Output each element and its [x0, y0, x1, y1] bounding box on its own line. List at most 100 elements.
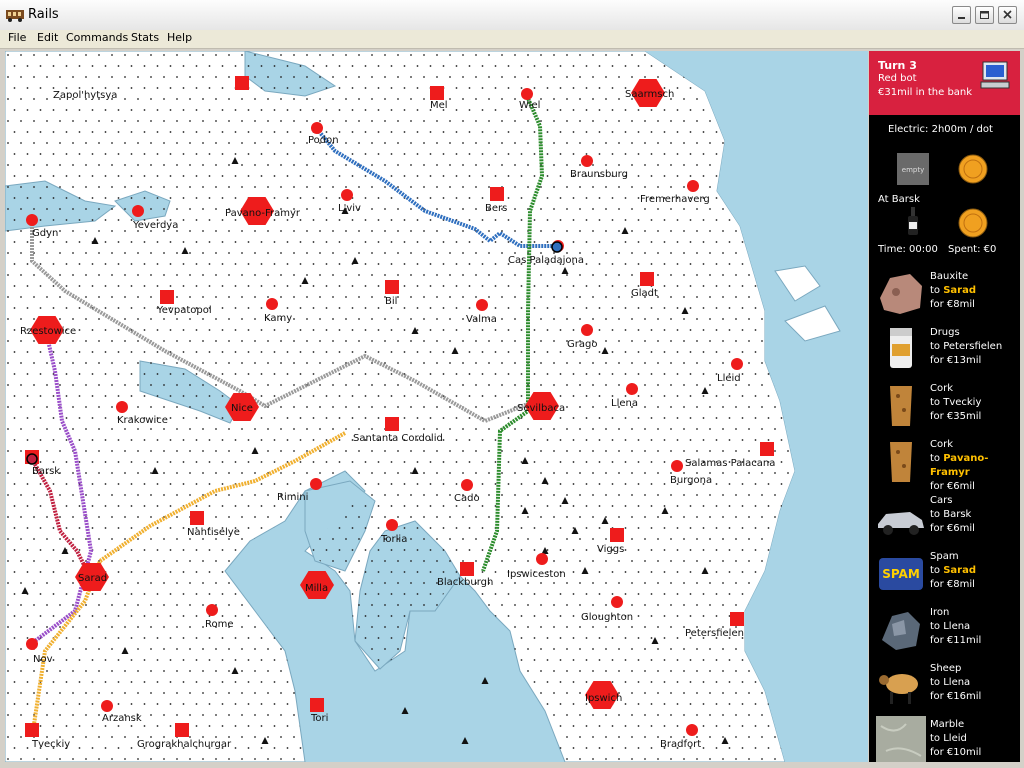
city-label: Podon [308, 135, 339, 146]
city-marker [686, 724, 698, 736]
demand-card[interactable]: Cork to Pavano-Framyr for €6mil [869, 436, 1020, 492]
city-marker [26, 214, 38, 226]
city-label: Nov [33, 654, 53, 665]
demand-reward: for €13mil [930, 355, 982, 366]
demand-cargo: Marble [930, 719, 965, 730]
city-label: Cado [454, 493, 480, 504]
city-label: Bers [485, 203, 507, 214]
city-label: Salamas Palacana [685, 458, 775, 469]
spam-icon: SPAM [879, 558, 923, 590]
minimize-button[interactable] [952, 6, 971, 24]
city-label: Santanta Cordolid [353, 433, 443, 444]
city-label: Gladt [631, 288, 658, 299]
marble-icon [876, 716, 926, 762]
demand-destination: to Lleid [930, 733, 967, 744]
city-marker [266, 298, 278, 310]
city-label: Tori [310, 713, 328, 724]
city-label: Cas Paladajona [508, 255, 584, 266]
demand-cargo: Bauxite [930, 271, 969, 282]
close-button[interactable] [998, 6, 1017, 24]
demand-card[interactable]: Cars to Barsk for €6mil [869, 492, 1020, 548]
demand-cargo: Spam [930, 551, 959, 562]
city-marker [760, 442, 774, 456]
city-label: L'viv [338, 203, 361, 214]
city-label: Torlia [380, 534, 407, 545]
city-marker [626, 383, 638, 395]
demand-card[interactable]: Cork to Tveckiy for €35mil [869, 380, 1020, 436]
city-label: Bil [385, 296, 397, 307]
city-label: Grograkhalchurgar [137, 739, 232, 750]
demand-destination: to Llena [930, 621, 971, 632]
menu-edit[interactable]: Edit [37, 31, 58, 44]
city-milla[interactable]: Milla [300, 571, 334, 599]
demand-cargo: Cork [930, 439, 954, 450]
demand-card[interactable]: Iron to Llena for €11mil [869, 604, 1020, 660]
demand-reward: for €8mil [930, 579, 975, 590]
empty-slot-label: empty [902, 166, 924, 174]
city-marker [385, 417, 399, 431]
city-label: Fremerhaverg [640, 194, 710, 205]
menu-stats[interactable]: Stats [131, 31, 159, 44]
city-marker [175, 723, 189, 737]
city-label: Zapol'hytsya [53, 90, 117, 101]
city-label: Rome [205, 619, 234, 630]
city-marker [476, 299, 488, 311]
city-bil[interactable]: Bil [385, 280, 399, 307]
turn-label: Turn 3 [878, 59, 917, 72]
city-marker [730, 612, 744, 626]
computer-player-icon [980, 61, 1010, 89]
demand-city: Llena [943, 677, 971, 688]
menu-help[interactable]: Help [167, 31, 192, 44]
city-marker [101, 700, 113, 712]
map-canvas[interactable]: Zapol'hytsya Mel Wiel Saarmsch Podon Braunsbu… [5, 51, 868, 762]
city-label: Burgona [670, 475, 712, 486]
demand-card[interactable]: Sheep to Llena for €16mil [869, 660, 1020, 716]
city-marker [385, 280, 399, 294]
svg-text:SPAM: SPAM [882, 567, 920, 581]
city-label: Tveckiy [31, 739, 70, 750]
city-label: Blackburgh [437, 577, 493, 588]
mountain-marker [401, 707, 409, 714]
demand-text: Cars to Barsk for €6mil [930, 494, 975, 536]
demand-destination: to Pavano-Framyr [930, 453, 989, 478]
train-type-info: Electric: 2h00m / dot [888, 124, 993, 135]
demand-card[interactable]: Bauxite to Sarad for €8mil [869, 268, 1020, 324]
city-label: Viggs [597, 544, 624, 555]
drugs-icon [890, 328, 912, 368]
demand-cargo: Iron [930, 607, 950, 618]
city-marker [671, 460, 683, 472]
demand-city: Barsk [943, 509, 972, 520]
demand-reward: for €35mil [930, 411, 982, 422]
menu-file[interactable]: File [8, 31, 26, 44]
demand-text: Cork to Pavano-Framyr for €6mil [930, 438, 1020, 494]
money-spent: Spent: €0 [948, 244, 997, 255]
game-map[interactable]: Zapol'hytsya Mel Wiel Saarmsch Podon Braunsbu… [5, 51, 868, 762]
city-marker [310, 698, 324, 712]
coin-icon[interactable] [957, 207, 989, 239]
demand-card[interactable]: Marble to Lleid for €10mil [869, 716, 1020, 762]
demand-city: Llena [943, 621, 971, 632]
city-label: Gdyn [32, 228, 58, 239]
city-label: Sevilbaca [517, 403, 565, 414]
maximize-button[interactable] [975, 6, 994, 24]
train-app-icon [6, 10, 24, 22]
city-label: Nice [231, 403, 253, 414]
train-marker[interactable] [551, 241, 563, 253]
cargo-slot-empty[interactable]: empty [897, 153, 929, 185]
cargo-slot-coin-icon[interactable] [957, 153, 989, 185]
demand-reward: for €11mil [930, 635, 982, 646]
train-marker[interactable] [26, 453, 38, 465]
city-marker [521, 88, 533, 100]
demand-card[interactable]: Drugs to Petersfielen for €13mil [869, 324, 1020, 380]
city-label: Kamy [264, 313, 292, 324]
demand-cargo: Drugs [930, 327, 960, 338]
mountain-marker [481, 677, 489, 684]
city-marker [132, 205, 144, 217]
menu-commands[interactable]: Commands [66, 31, 128, 44]
demand-destination: to Tveckiy [930, 397, 982, 408]
demand-card[interactable]: SPAM Spam to Sarad for €8mil [869, 548, 1020, 604]
city-marker [490, 187, 504, 201]
bottle-icon [908, 207, 918, 235]
city-tori[interactable]: Tori [310, 698, 328, 724]
city-label: Pavano-Framyr [225, 208, 301, 219]
